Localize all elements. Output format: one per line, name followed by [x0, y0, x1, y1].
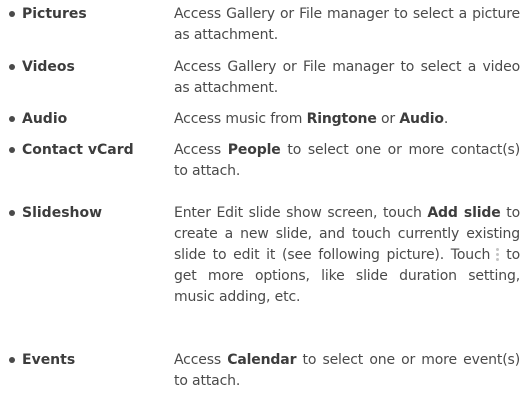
desc-bold-audio: Audio [399, 111, 444, 127]
desc-text: Access music from [174, 111, 307, 127]
desc-text: . [443, 111, 449, 127]
desc-videos: Access Gallery or File manager to select… [174, 59, 520, 96]
desc-pictures: Access Gallery or File manager to select… [174, 6, 520, 43]
term-audio: Audio [22, 111, 68, 127]
desc-bold-people: People [227, 142, 281, 158]
term-contact-vcard: Contact vCard [22, 142, 134, 158]
desc-text: Access [174, 142, 228, 158]
attachment-options-document: Pictures Access Gallery or File manager … [0, 0, 523, 403]
desc-bold-calendar: Calendar [227, 352, 297, 368]
desc-events: Access Calendar to select one or more ev… [174, 350, 520, 392]
term-events: Events [22, 352, 76, 368]
term-videos: Videos [22, 59, 75, 75]
term-pictures: Pictures [22, 6, 87, 22]
desc-bold-add-slide: Add slide [427, 205, 501, 221]
desc-audio: Access music from Ringtone or Audio. [174, 109, 520, 130]
desc-text: Access [174, 352, 228, 368]
desc-text: Enter Edit slide show screen, touch [174, 205, 428, 221]
desc-contact-vcard: Access People to select one or more cont… [174, 140, 520, 182]
term-slideshow: Slideshow [22, 205, 103, 221]
desc-text: or [376, 111, 400, 127]
more-options-icon [496, 247, 500, 261]
desc-slideshow: Enter Edit slide show screen, touch Add … [174, 203, 520, 308]
desc-bold-ringtone: Ringtone [306, 111, 377, 127]
